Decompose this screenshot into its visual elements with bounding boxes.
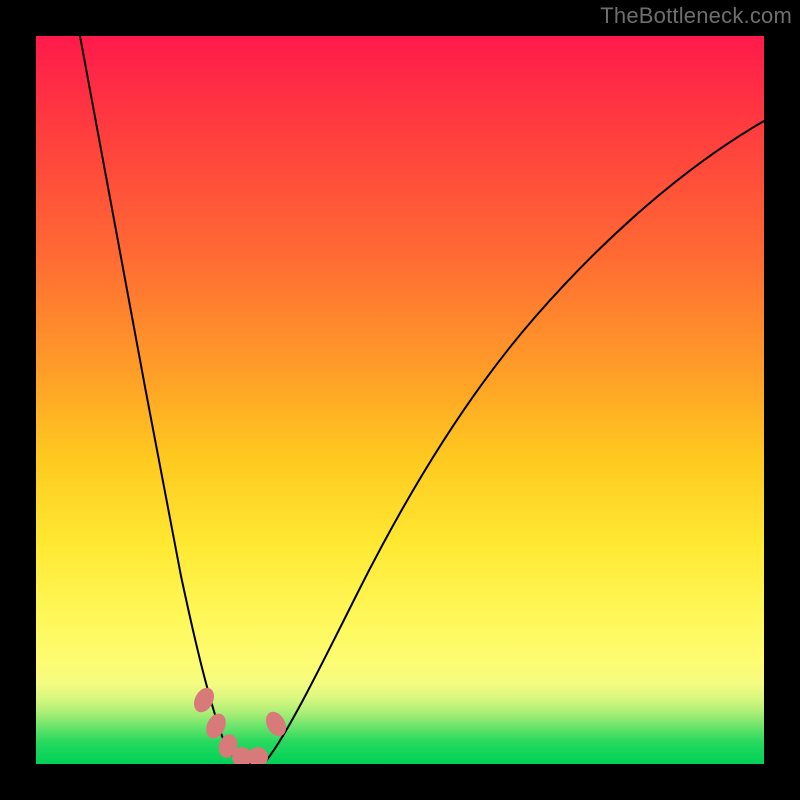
curve-layer <box>36 36 764 764</box>
watermark-text: TheBottleneck.com <box>600 3 792 29</box>
plot-area <box>36 36 764 764</box>
chart-frame: TheBottleneck.com <box>0 0 800 800</box>
bottleneck-curve <box>80 36 764 763</box>
optimum-markers <box>190 684 290 764</box>
